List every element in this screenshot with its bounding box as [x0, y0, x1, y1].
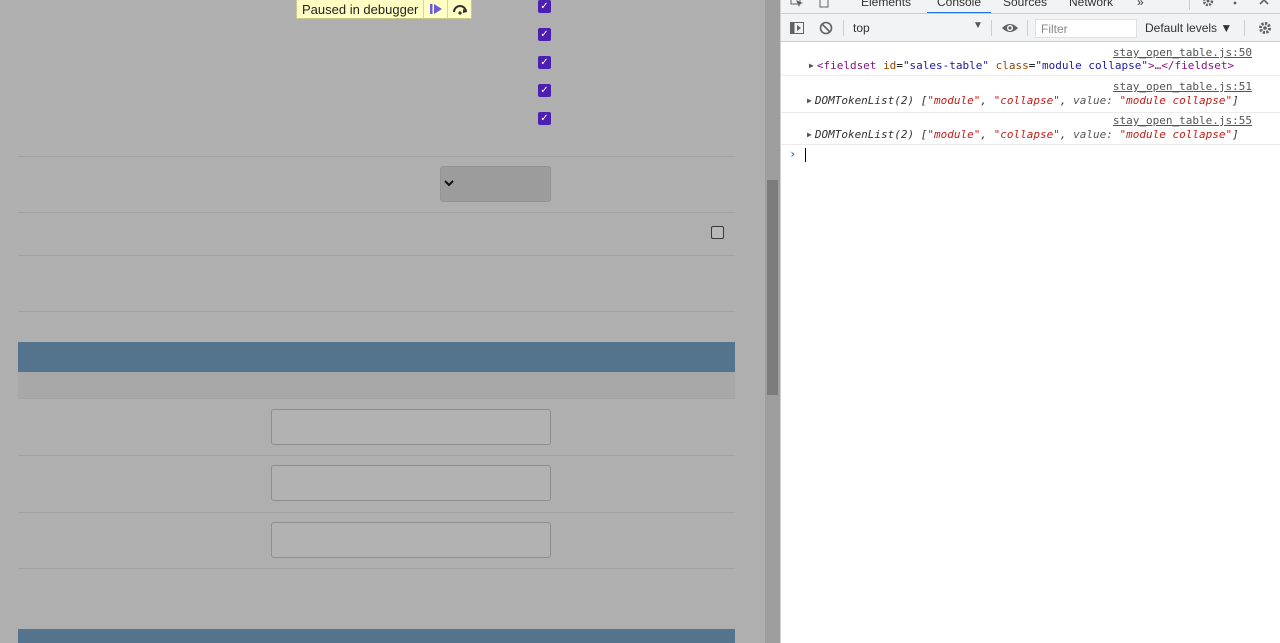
tab-network[interactable]: Network [1069, 0, 1113, 13]
string-value: "module" [927, 128, 981, 141]
close-icon[interactable] [1258, 0, 1270, 11]
checkbox-unchecked[interactable] [711, 226, 724, 239]
tab-sources[interactable]: Sources [1003, 0, 1047, 13]
console-message: stay_open_table.js:55 ▶ DOMTokenList(2) [… [781, 114, 1280, 145]
js-context-select[interactable]: top [853, 21, 870, 35]
more-tabs-button[interactable]: » [1137, 0, 1144, 13]
tab-elements[interactable]: Elements [861, 0, 911, 13]
row-divider [18, 398, 735, 399]
property-key: value: [1073, 128, 1113, 141]
paused-in-debugger-banner: Paused in debugger [296, 0, 473, 19]
select-dropdown[interactable] [440, 166, 551, 202]
text-input[interactable] [271, 465, 551, 501]
expand-triangle-icon[interactable]: ▶ [807, 130, 812, 139]
html-tag-tail: >…</fieldset> [1148, 59, 1235, 72]
message-source-link[interactable]: stay_open_table.js:51 [1113, 80, 1252, 93]
console-prompt-icon: › [789, 147, 797, 161]
console-filter-input[interactable]: Filter [1035, 19, 1137, 38]
object-preview: DOMTokenList(2) [ [814, 94, 928, 107]
attr-name: class [995, 59, 1029, 72]
gear-icon[interactable] [1201, 0, 1215, 11]
message-source-link[interactable]: stay_open_table.js:55 [1113, 114, 1252, 127]
page-scrollbar[interactable] [765, 0, 780, 643]
resume-icon [429, 4, 442, 14]
row-divider [18, 156, 735, 157]
object-preview-end: ] [1232, 94, 1239, 107]
clear-console-icon[interactable] [818, 20, 834, 41]
object-preview: DOMTokenList(2) [ [814, 128, 928, 141]
toolbar-divider [991, 20, 992, 36]
row-divider [18, 568, 735, 569]
message-body[interactable]: ▶ <fieldset id="sales-table" class="modul… [809, 59, 1234, 72]
row-divider [18, 455, 735, 456]
string-value: "module" [927, 94, 981, 107]
message-body[interactable]: ▶ DOMTokenList(2) ["module", "collapse", … [807, 128, 1239, 141]
message-source-link[interactable]: stay_open_table.js:50 [1113, 46, 1252, 59]
attr-value: "sales-table" [902, 59, 990, 72]
console-message: stay_open_table.js:50 ▶ <fieldset id="sal… [781, 46, 1280, 76]
string-value: "module collapse" [1119, 94, 1233, 107]
attr-name: id [883, 59, 897, 72]
html-tag: <fieldset [816, 59, 877, 72]
string-value: "collapse" [993, 128, 1060, 141]
section-header-bar [18, 342, 735, 372]
toolbar-divider [1244, 20, 1245, 36]
string-value: "collapse" [993, 94, 1060, 107]
devtools-tab-bar: Elements Console Sources Network » [781, 0, 1280, 14]
devtools-panel: Elements Console Sources Network » top ▼… [780, 0, 1280, 643]
kebab-menu-icon[interactable] [1233, 0, 1237, 11]
checkbox-checked[interactable]: ✓ [538, 0, 551, 13]
chevron-down-icon [444, 176, 454, 191]
object-preview-end: ] [1232, 128, 1239, 141]
checkbox-checked[interactable]: ✓ [538, 56, 551, 69]
checkbox-checked[interactable]: ✓ [538, 112, 551, 125]
row-divider [18, 212, 735, 213]
checkbox-checked[interactable]: ✓ [538, 28, 551, 41]
tab-console[interactable]: Console [927, 0, 991, 13]
property-key: value: [1073, 94, 1113, 107]
console-message: stay_open_table.js:51 ▶ DOMTokenList(2) [… [781, 80, 1280, 113]
tabbar-divider [1189, 0, 1190, 10]
console-settings-gear-icon[interactable] [1257, 20, 1273, 41]
step-over-icon [452, 5, 467, 15]
toolbar-divider [843, 20, 844, 36]
paused-label: Paused in debugger [302, 2, 419, 17]
log-levels-dropdown[interactable]: Default levels ▼ [1145, 21, 1232, 35]
context-dropdown-icon[interactable]: ▼ [973, 20, 983, 31]
section-header-bar [18, 629, 735, 643]
device-toolbar-icon[interactable] [817, 0, 831, 11]
text-input[interactable] [271, 409, 551, 445]
section-subheader [18, 372, 735, 398]
attr-value: "module collapse" [1035, 59, 1148, 72]
step-over-button[interactable] [447, 0, 471, 18]
checkbox-checked[interactable]: ✓ [538, 84, 551, 97]
page-viewport: ✓ ✓ ✓ ✓ ✓ Paused in debugger [0, 0, 765, 643]
toolbar-divider [1027, 20, 1028, 36]
row-divider [18, 255, 735, 256]
expand-triangle-icon[interactable]: ▶ [809, 61, 814, 70]
resume-button[interactable] [423, 0, 447, 18]
message-body[interactable]: ▶ DOMTokenList(2) ["module", "collapse", … [807, 94, 1239, 107]
text-input[interactable] [271, 522, 551, 558]
row-divider [18, 512, 735, 513]
live-expression-eye-icon[interactable] [1001, 21, 1019, 40]
expand-triangle-icon[interactable]: ▶ [807, 96, 812, 105]
string-value: "module collapse" [1119, 128, 1233, 141]
console-input-caret[interactable] [805, 148, 806, 162]
inspect-element-icon[interactable] [790, 0, 804, 11]
scrollbar-thumb[interactable] [767, 180, 778, 395]
row-divider [18, 311, 735, 312]
show-sidebar-icon[interactable] [789, 20, 805, 41]
console-toolbar: top ▼ Filter Default levels ▼ [781, 14, 1280, 42]
